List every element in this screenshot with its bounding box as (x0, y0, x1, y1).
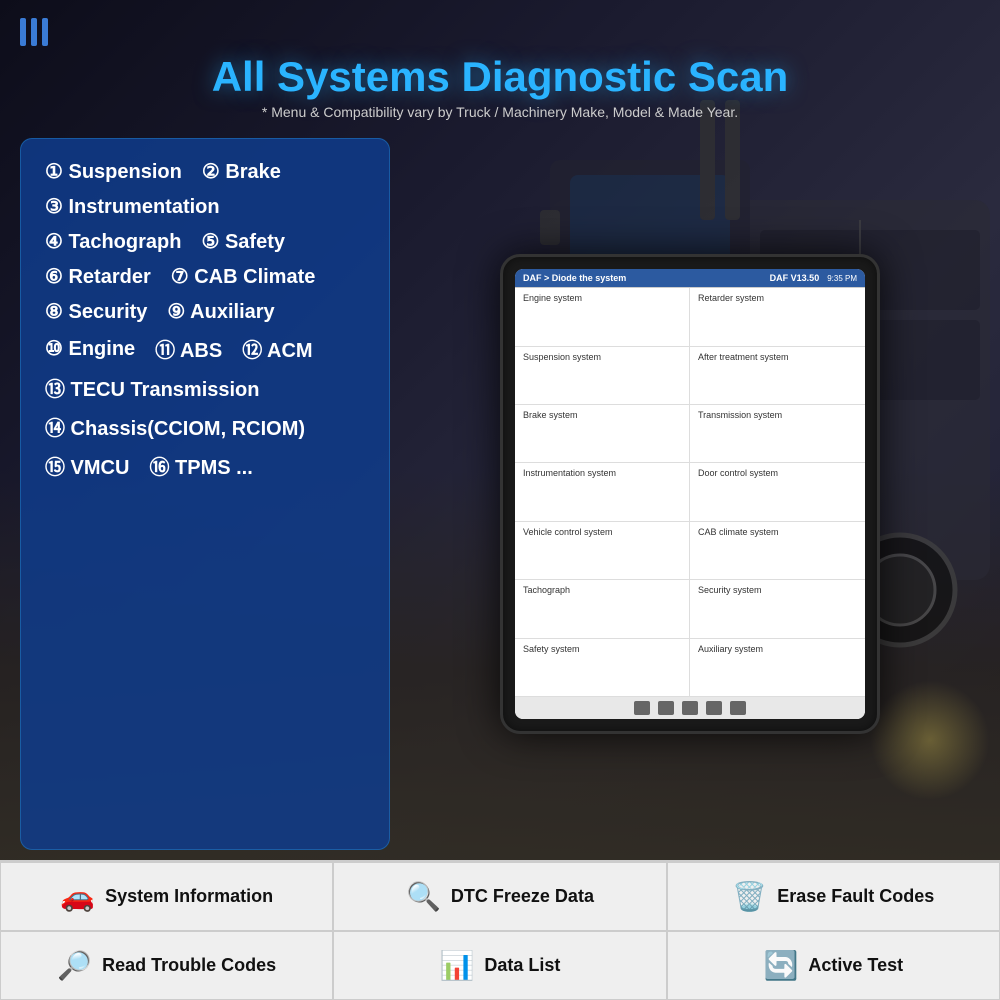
dtc-freeze-icon: 🔍 (406, 880, 441, 913)
feature-cab-climate: ⑦ CAB Climate (171, 264, 316, 289)
erase-fault-button[interactable]: 🗑️ Erase Fault Codes (667, 862, 1000, 931)
feature-abs: ⑪ ABS (155, 334, 222, 363)
feature-row-7: ⑬ TECU Transmission (45, 373, 365, 402)
feature-row-2: ③ Instrumentation (45, 194, 365, 219)
feature-row-4: ⑥ Retarder ⑦ CAB Climate (45, 264, 365, 289)
tablet-nav-settings[interactable] (730, 701, 746, 715)
features-panel: ① Suspension ② Brake ③ Instrumentation ④… (20, 138, 390, 850)
tablet-cell-engine[interactable]: Engine system (515, 288, 690, 346)
feature-security: ⑧ Security (45, 299, 147, 324)
tablet-cell-cab-climate[interactable]: CAB climate system (690, 522, 865, 580)
feature-retarder: ⑥ Retarder (45, 264, 151, 289)
feature-brake: ② Brake (202, 159, 281, 184)
read-trouble-icon: 🔎 (57, 949, 92, 982)
tablet-cell-aftertreatment[interactable]: After treatment system (690, 347, 865, 405)
tablet-cell-brake[interactable]: Brake system (515, 405, 690, 463)
active-test-icon: 🔄 (764, 949, 799, 982)
feature-tachograph: ④ Tachograph (45, 229, 181, 254)
feature-row-5: ⑧ Security ⑨ Auxiliary (45, 299, 365, 324)
active-test-button[interactable]: 🔄 Active Test (667, 931, 1000, 1000)
feature-row-6: ⑩ Engine ⑪ ABS ⑫ ACM (45, 334, 365, 363)
feature-row-9: ⑮ VMCU ⑯ TPMS ... (45, 451, 365, 480)
tablet-cell-instrumentation[interactable]: Instrumentation system (515, 463, 690, 521)
tablet-cell-retarder[interactable]: Retarder system (690, 288, 865, 346)
tablet-screen: DAF > Diode the system DAF V13.50 9:35 P… (515, 269, 865, 719)
read-trouble-label: Read Trouble Codes (102, 955, 276, 976)
feature-tecu: ⑬ TECU Transmission (45, 373, 260, 402)
feature-safety: ⑤ Safety (201, 229, 285, 254)
tablet-device: DAF > Diode the system DAF V13.50 9:35 P… (500, 254, 880, 734)
feature-vmcu: ⑮ VMCU (45, 451, 129, 480)
tablet-cell-suspension[interactable]: Suspension system (515, 347, 690, 405)
feature-chassis: ⑭ Chassis(CCIOM, RCIOM) (45, 412, 305, 441)
data-list-label: Data List (484, 955, 560, 976)
tablet-time: 9:35 PM (827, 274, 857, 283)
tablet-cell-transmission[interactable]: Transmission system (690, 405, 865, 463)
tablet-nav-back[interactable] (634, 701, 650, 715)
bottom-function-bar: 🚗 System Information 🔍 DTC Freeze Data 🗑… (0, 860, 1000, 1000)
icon-bar-3 (42, 18, 48, 46)
read-trouble-button[interactable]: 🔎 Read Trouble Codes (0, 931, 333, 1000)
dtc-freeze-button[interactable]: 🔍 DTC Freeze Data (333, 862, 666, 931)
data-list-icon: 📊 (440, 949, 475, 982)
tablet-version: DAF V13.50 (770, 273, 820, 283)
feature-row-1: ① Suspension ② Brake (45, 159, 365, 184)
page-subtitle: * Menu & Compatibility vary by Truck / M… (20, 104, 980, 120)
dtc-freeze-label: DTC Freeze Data (451, 886, 594, 907)
tablet-footer (515, 697, 865, 719)
tablet-cell-auxiliary-sys[interactable]: Auxiliary system (690, 639, 865, 697)
feature-row-3: ④ Tachograph ⑤ Safety (45, 229, 365, 254)
tablet-cell-tachograph[interactable]: Tachograph (515, 580, 690, 638)
tablet-cell-security-sys[interactable]: Security system (690, 580, 865, 638)
tablet-nav-search[interactable] (658, 701, 674, 715)
tablet-cell-vehicle-control[interactable]: Vehicle control system (515, 522, 690, 580)
feature-instrumentation: ③ Instrumentation (45, 194, 220, 219)
tablet-cell-safety[interactable]: Safety system (515, 639, 690, 697)
feature-tpms: ⑯ TPMS ... (149, 451, 252, 480)
tablet-breadcrumb: DAF > Diode the system (523, 273, 626, 283)
feature-engine: ⑩ Engine (45, 336, 135, 361)
header: All Systems Diagnostic Scan * Menu & Com… (0, 0, 1000, 128)
tablet-cell-door[interactable]: Door control system (690, 463, 865, 521)
icon-bar-2 (31, 18, 37, 46)
active-test-label: Active Test (808, 955, 903, 976)
feature-acm: ⑫ ACM (242, 334, 312, 363)
tablet-area: DAF > Diode the system DAF V13.50 9:35 P… (400, 138, 980, 850)
page-title: All Systems Diagnostic Scan (20, 54, 980, 100)
main-content: All Systems Diagnostic Scan * Menu & Com… (0, 0, 1000, 1000)
tablet-nav-up[interactable] (682, 701, 698, 715)
tablet-header-bar: DAF > Diode the system DAF V13.50 9:35 P… (515, 269, 865, 287)
system-info-button[interactable]: 🚗 System Information (0, 862, 333, 931)
feature-auxiliary: ⑨ Auxiliary (167, 299, 274, 324)
erase-fault-label: Erase Fault Codes (777, 886, 934, 907)
body-area: ① Suspension ② Brake ③ Instrumentation ④… (0, 128, 1000, 860)
feature-row-8: ⑭ Chassis(CCIOM, RCIOM) (45, 412, 365, 441)
header-icon-bars (20, 18, 980, 46)
data-list-button[interactable]: 📊 Data List (333, 931, 666, 1000)
tablet-system-grid: Engine system Retarder system Suspension… (515, 287, 865, 697)
system-info-label: System Information (105, 886, 273, 907)
tablet-nav-home[interactable] (706, 701, 722, 715)
icon-bar-1 (20, 18, 26, 46)
erase-fault-icon: 🗑️ (732, 880, 767, 913)
feature-suspension: ① Suspension (45, 159, 182, 184)
system-info-icon: 🚗 (60, 880, 95, 913)
